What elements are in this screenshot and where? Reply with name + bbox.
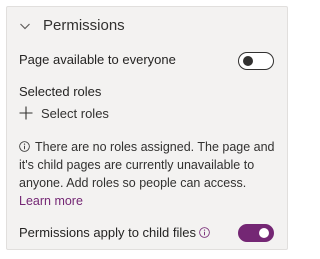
toggle-knob	[259, 228, 269, 238]
permissions-panel: Permissions Page available to everyone S…	[6, 6, 288, 250]
select-roles-button[interactable]: Select roles	[19, 103, 109, 123]
select-roles-label: Select roles	[41, 105, 109, 121]
info-icon	[19, 141, 30, 152]
toggle-knob	[243, 56, 253, 66]
no-roles-message: There are no roles assigned. The page an…	[19, 138, 281, 210]
page-available-toggle[interactable]	[238, 52, 274, 70]
selected-roles-heading: Selected roles	[19, 84, 102, 99]
chevron-down-icon	[20, 23, 30, 30]
info-icon[interactable]	[199, 227, 210, 238]
no-roles-message-text: There are no roles assigned. The page an…	[19, 140, 275, 190]
learn-more-link[interactable]: Learn more	[19, 194, 83, 208]
page-available-label: Page available to everyone	[19, 52, 176, 67]
section-title: Permissions	[43, 17, 125, 34]
child-files-label: Permissions apply to child files	[19, 225, 197, 240]
child-files-toggle[interactable]	[238, 224, 274, 242]
plus-icon	[19, 106, 33, 120]
